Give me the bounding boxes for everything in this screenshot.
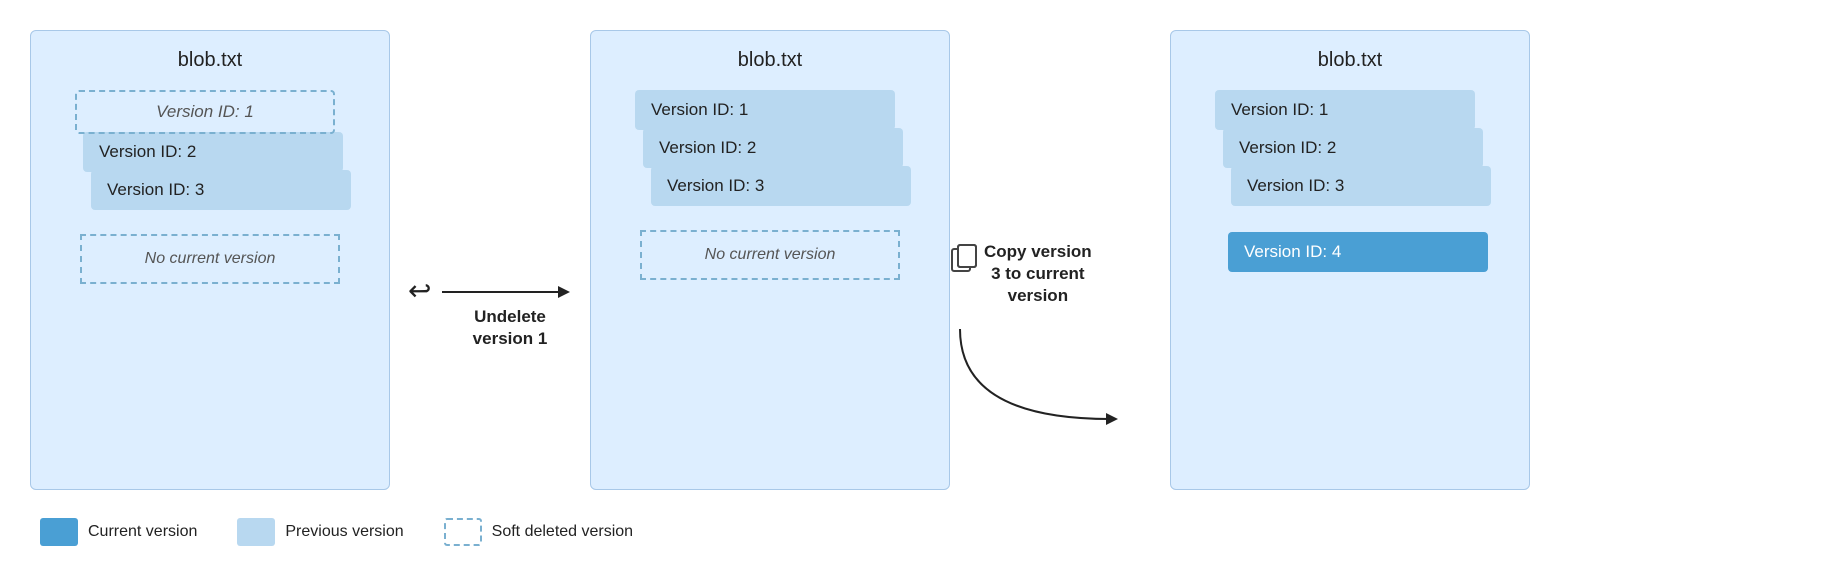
arrow2-curve-svg [950,319,1150,439]
blob1-version-2: Version ID: 2 [83,132,343,172]
arrow2-label: Copy version 3 to current version [984,241,1092,307]
arrow-area-2: Copy version 3 to current version [950,81,1170,439]
blob2-version-3: Version ID: 3 [651,166,911,206]
arrow-area-1: ↩ Undelete version 1 [390,164,590,356]
blob2-no-current: No current version [640,230,900,280]
arrow1-label: Undelete version 1 [473,306,548,350]
blob-container-3: blob.txt Version ID: 1 Version ID: 2 Ver… [1170,30,1530,490]
blob3-version-4: Version ID: 4 [1228,232,1488,272]
blob1-title: blob.txt [178,49,242,72]
legend-box-previous [237,518,275,546]
blob2-version-1: Version ID: 1 [635,90,895,130]
legend-item-current: Current version [40,518,197,546]
blob3-version-1: Version ID: 1 [1215,90,1475,130]
blob1-version-1: Version ID: 1 [75,90,335,134]
blob-container-2: blob.txt Version ID: 1 Version ID: 2 Ver… [590,30,950,490]
blob2-version-2: Version ID: 2 [643,128,903,168]
legend: Current version Previous version Soft de… [30,518,633,546]
blob2-versions-stack: Version ID: 1 Version ID: 2 Version ID: … [635,90,905,206]
blob2-title: blob.txt [738,49,802,72]
legend-label-deleted: Soft deleted version [492,523,633,541]
blob3-version-2: Version ID: 2 [1223,128,1483,168]
blob3-versions-stack: Version ID: 1 Version ID: 2 Version ID: … [1215,90,1485,206]
legend-label-current: Current version [88,523,197,541]
copy-icon [950,243,978,275]
blob1-version-3: Version ID: 3 [91,170,351,210]
legend-box-current [40,518,78,546]
legend-item-previous: Previous version [237,518,403,546]
legend-item-deleted: Soft deleted version [444,518,633,546]
legend-box-deleted [444,518,482,546]
blob3-title: blob.txt [1318,49,1382,72]
blob1-no-current: No current version [80,234,340,284]
svg-text:↩: ↩ [408,275,431,306]
blob-container-1: blob.txt Version ID: 1 Version ID: 2 Ver… [30,30,390,490]
diagram-area: blob.txt Version ID: 1 Version ID: 2 Ver… [30,20,1812,500]
blob3-version-3: Version ID: 3 [1231,166,1491,206]
blob1-versions-stack: Version ID: 1 Version ID: 2 Version ID: … [75,90,345,210]
legend-label-previous: Previous version [285,523,403,541]
